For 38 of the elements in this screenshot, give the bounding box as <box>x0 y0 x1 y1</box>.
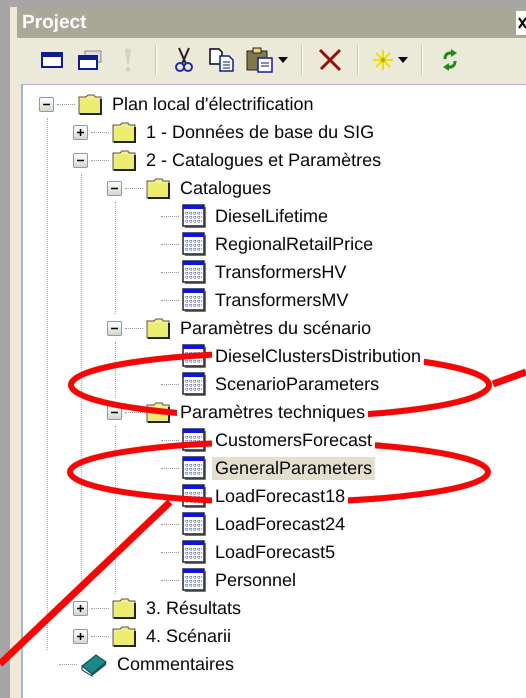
scissors-icon <box>175 47 193 73</box>
delete-icon <box>318 48 342 72</box>
clipboard-icon <box>246 47 274 73</box>
collapse-button[interactable] <box>107 180 122 196</box>
collapse-button[interactable] <box>107 320 122 336</box>
folder-icon <box>112 149 137 171</box>
folder-icon <box>78 93 103 115</box>
panel-title: Project <box>21 12 86 34</box>
windows-icon <box>78 50 102 70</box>
table-icon <box>182 456 206 480</box>
plus-icon <box>76 128 85 136</box>
tree-item[interactable]: GeneralParameters <box>212 456 376 480</box>
table-icon <box>182 288 206 312</box>
expand-button[interactable] <box>73 124 88 140</box>
expand-button[interactable] <box>73 600 88 616</box>
plus-icon <box>76 632 85 640</box>
plus-icon <box>76 604 85 612</box>
table-icon <box>182 232 206 256</box>
folder-icon <box>146 177 171 199</box>
folder-icon <box>112 625 137 647</box>
folder-icon <box>112 121 137 143</box>
collapse-button[interactable] <box>39 96 54 112</box>
table-icon <box>182 204 206 228</box>
table-icon <box>182 568 206 592</box>
exclamation-icon <box>123 47 133 73</box>
table-icon <box>182 512 206 536</box>
refresh-icon <box>442 48 458 72</box>
table-icon <box>182 540 206 564</box>
table-icon <box>182 372 206 396</box>
expand-button[interactable] <box>73 628 88 644</box>
collapse-button[interactable] <box>73 152 88 168</box>
sparkle-icon <box>372 49 394 71</box>
close-button[interactable] <box>516 10 526 34</box>
folder-icon <box>112 597 137 619</box>
copy-icon <box>209 48 235 72</box>
window-icon <box>41 52 63 68</box>
folder-icon <box>146 317 171 339</box>
table-icon <box>182 260 206 284</box>
